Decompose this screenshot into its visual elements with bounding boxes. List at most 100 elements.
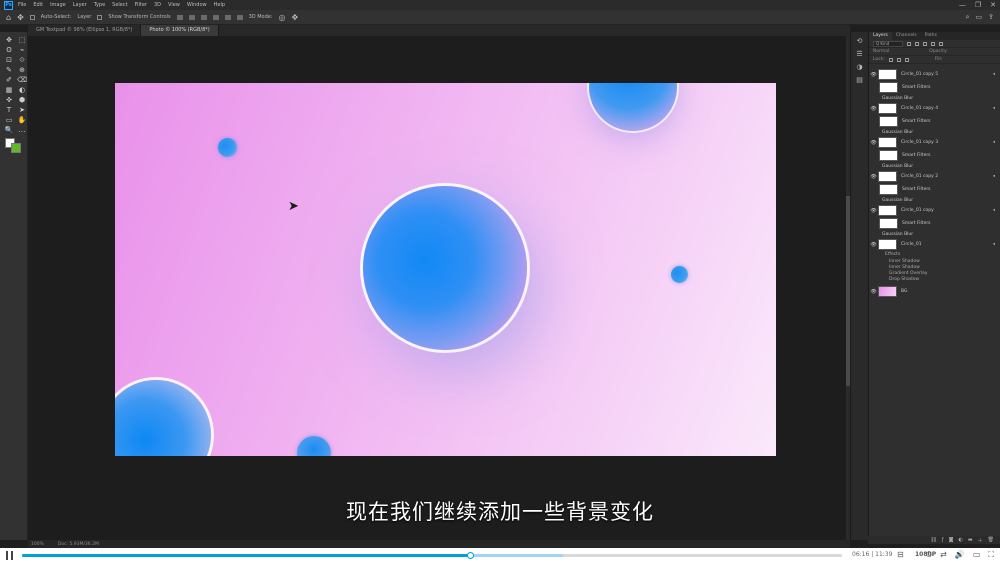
eraser-tool-icon[interactable]: ⌫ <box>17 76 27 84</box>
lock-all-icon[interactable] <box>904 57 909 62</box>
fx-icon[interactable]: ◂ <box>993 140 995 145</box>
fullscreen-icon[interactable]: ⛶ <box>988 550 994 560</box>
zoom-tool-icon[interactable]: 🔍 <box>4 126 14 134</box>
layer-row[interactable]: 👁 Circle_01 copy ◂ <box>869 204 1000 217</box>
new-group-icon[interactable]: ▬ <box>968 537 973 543</box>
search-icon[interactable]: ⌕ <box>966 13 970 22</box>
filter-type-icon[interactable] <box>923 41 927 46</box>
visibility-eye-icon[interactable]: 👁 <box>869 72 878 78</box>
move-tool-icon[interactable]: ✥ <box>17 13 24 22</box>
tab-gm-textpad[interactable]: GM Textpad © 98% (Ellipse 1, RGB/8*) <box>28 25 142 36</box>
auto-select-checkbox[interactable] <box>29 14 35 20</box>
eyedropper-tool-icon[interactable]: ✎ <box>4 66 14 74</box>
filter-smart-object-icon[interactable] <box>939 41 943 46</box>
align-right-icon[interactable] <box>200 14 207 20</box>
layer-row[interactable]: 👁 Circle_01 copy 5 ◂ <box>869 68 1000 81</box>
menu-edit[interactable]: Edit <box>33 2 43 8</box>
share-icon[interactable]: ⇪ <box>988 13 994 22</box>
more-tools-icon[interactable]: … <box>17 126 27 134</box>
lock-pixels-icon[interactable] <box>888 57 893 62</box>
fx-icon[interactable]: ◂ <box>993 208 995 213</box>
gaussian-blur-row[interactable]: Gaussian Blur <box>869 230 1000 238</box>
gaussian-blur-row[interactable]: Gaussian Blur <box>869 162 1000 170</box>
show-transform-checkbox[interactable] <box>97 14 103 20</box>
layer-row[interactable]: 👁 Circle_01 copy 4 ◂ <box>869 102 1000 115</box>
menu-file[interactable]: File <box>18 2 26 8</box>
visibility-eye-icon[interactable]: 👁 <box>869 106 878 112</box>
align-center-icon[interactable] <box>188 14 195 20</box>
layer-row[interactable]: 👁 Circle_01 copy 3 ◂ <box>869 136 1000 149</box>
rectangle-tool-icon[interactable]: ▭ <box>4 116 14 124</box>
background-color-swatch[interactable] <box>11 143 21 153</box>
add-style-icon[interactable]: ƒ <box>942 537 944 543</box>
danmaku-icon[interactable]: ⊟ <box>897 550 904 560</box>
history-panel-icon[interactable]: ⟲ <box>851 37 868 45</box>
menu-filter[interactable]: Filter <box>135 2 147 8</box>
crop-tool-icon[interactable]: ⊡ <box>4 56 14 64</box>
align-middle-icon[interactable] <box>224 14 231 20</box>
filter-adjustment-icon[interactable] <box>915 41 919 46</box>
minimize-icon[interactable]: — <box>959 1 966 9</box>
gaussian-blur-row[interactable]: Gaussian Blur <box>869 94 1000 102</box>
blend-mode-dropdown[interactable]: Normal <box>873 49 889 54</box>
layer-row-bg[interactable]: 👁 BG <box>869 285 1000 298</box>
tab-photo[interactable]: Photo © 100% (RGB/8*) <box>141 25 219 36</box>
type-tool-icon[interactable]: T <box>4 106 14 114</box>
lock-position-icon[interactable] <box>896 57 901 62</box>
new-layer-icon[interactable]: ＋ <box>978 537 983 544</box>
align-left-icon[interactable] <box>176 14 183 20</box>
widescreen-icon[interactable]: ▭ <box>973 550 981 560</box>
progress-knob[interactable] <box>466 552 474 559</box>
tab-channels[interactable]: Channels <box>892 32 921 40</box>
healing-brush-tool-icon[interactable]: ⊕ <box>17 66 27 74</box>
dodge-tool-icon[interactable]: ◐ <box>17 86 27 94</box>
document-canvas[interactable]: ➤ <box>115 83 776 456</box>
fx-icon[interactable]: ◂ <box>993 174 995 179</box>
properties-panel-icon[interactable]: ☰ <box>851 50 868 58</box>
layer-row[interactable]: 👁 Circle_01 ◂ <box>869 238 1000 251</box>
fx-icon[interactable]: ◂ <box>993 72 995 77</box>
align-top-icon[interactable] <box>212 14 219 20</box>
new-adjustment-icon[interactable]: ◐ <box>959 537 963 543</box>
fx-icon[interactable]: ◂ <box>993 242 995 247</box>
frame-tool-icon[interactable]: ⟐ <box>17 56 27 64</box>
visibility-eye-icon[interactable]: 👁 <box>869 140 878 146</box>
progress-bar[interactable] <box>22 552 842 559</box>
lasso-tool-icon[interactable]: ʘ <box>4 46 14 54</box>
brush-tool-icon[interactable]: ✐ <box>4 76 14 84</box>
document-info[interactable]: Doc: 5.93M/36.2M <box>58 542 99 547</box>
path-selection-tool-icon[interactable]: ➤ <box>17 106 27 114</box>
gaussian-blur-row[interactable]: Gaussian Blur <box>869 196 1000 204</box>
restore-icon[interactable]: ❐ <box>975 1 981 9</box>
effect-row[interactable]: Drop Shadow <box>869 276 1000 282</box>
playback-speed-icon[interactable]: ⏱ <box>926 550 932 560</box>
shape-tool-icon[interactable]: ⬢ <box>17 96 27 104</box>
tab-layers[interactable]: Layers <box>869 32 892 40</box>
pen-tool-icon[interactable]: ✜ <box>4 96 14 104</box>
photoshop-logo-icon[interactable]: Ps <box>4 0 13 10</box>
link-layers-icon[interactable]: ⛓ <box>931 537 937 543</box>
smart-filter-row[interactable]: Smart Filters <box>869 81 1000 94</box>
workspace-icon[interactable]: ▭ <box>976 13 983 22</box>
loop-icon[interactable]: ⇄ <box>940 550 947 560</box>
orbit-3d-icon[interactable]: ◎ <box>279 13 286 22</box>
menu-view[interactable]: View <box>168 2 180 8</box>
menu-layer[interactable]: Layer <box>73 2 87 8</box>
menu-type[interactable]: Type <box>94 2 105 8</box>
layer-dropdown[interactable]: Layer <box>77 14 91 20</box>
gradient-tool-icon[interactable]: ▦ <box>4 86 14 94</box>
layer-kind-filter[interactable]: Q Kind <box>873 40 903 47</box>
smart-filter-row[interactable]: Smart Filters <box>869 183 1000 196</box>
menu-3d[interactable]: 3D <box>154 2 161 8</box>
smart-filter-row[interactable]: Smart Filters <box>869 149 1000 162</box>
visibility-eye-icon[interactable]: 👁 <box>869 242 878 248</box>
smart-filter-row[interactable]: Smart Filters <box>869 217 1000 230</box>
canvas-area[interactable]: ➤ <box>28 36 850 540</box>
pause-icon[interactable] <box>6 551 13 560</box>
magic-wand-tool-icon[interactable]: ⌁ <box>17 46 27 54</box>
effects-row[interactable]: Effects <box>869 251 1000 258</box>
marquee-tool-icon[interactable]: ⬚ <box>17 36 27 44</box>
libraries-panel-icon[interactable]: ▤ <box>851 76 868 84</box>
add-mask-icon[interactable]: ◙ <box>949 537 954 543</box>
pan-3d-icon[interactable]: ✥ <box>292 13 299 22</box>
